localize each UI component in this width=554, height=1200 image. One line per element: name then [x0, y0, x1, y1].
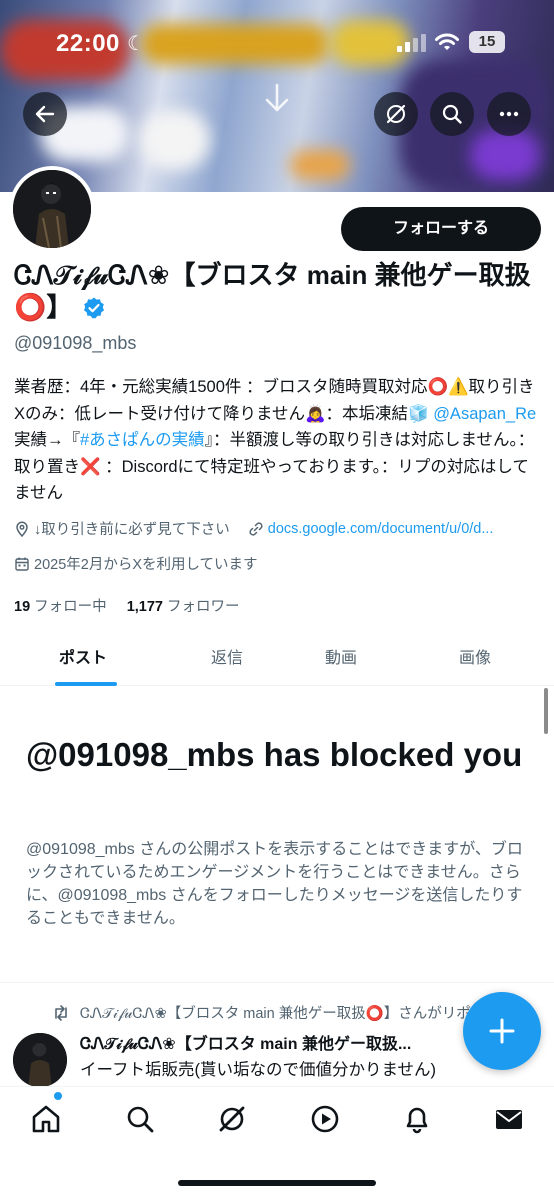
- arrow-left-icon: [35, 105, 55, 123]
- avatar-figure: [13, 170, 91, 248]
- link-icon: [249, 521, 263, 536]
- home-notification-dot: [54, 1092, 62, 1100]
- repost-icon: [55, 1005, 67, 1021]
- back-button[interactable]: [23, 92, 67, 136]
- banner-blob: [470, 130, 540, 180]
- status-time: 22:00: [56, 30, 120, 57]
- grok-button[interactable]: [374, 92, 418, 136]
- joined-text: 2025年2月からXを利用しています: [34, 557, 258, 573]
- cellular-signal-icon: [397, 34, 427, 52]
- bell-icon[interactable]: [401, 1103, 433, 1135]
- grok-icon: [386, 104, 406, 124]
- banner-blob: [290, 150, 350, 180]
- profile-bio: 業者歴：4年・元総実績1500件 ：ブロスタ随時買取対応⭕️⚠️取り引きXのみ：…: [14, 374, 542, 507]
- following-link[interactable]: 19 フォロー中: [14, 599, 107, 615]
- search-icon: [442, 104, 462, 124]
- bio-mention-link[interactable]: @Asapan_Re: [433, 405, 536, 423]
- active-tab-indicator: [55, 682, 117, 686]
- profile-meta-location-website: ↓取り引き前に必ず見て下さい docs.google.com/document/…: [14, 518, 493, 539]
- bio-text: 実績→『: [14, 431, 80, 449]
- home-indicator: [178, 1180, 376, 1186]
- blocked-title: @091098_mbs has blocked you: [26, 736, 523, 773]
- followers-link[interactable]: 1,177 フォロワー: [127, 599, 240, 615]
- bio-hashtag-link[interactable]: #あさぱんの実績: [80, 431, 205, 449]
- scrollbar[interactable]: [544, 688, 548, 734]
- tab-images[interactable]: 画像: [459, 644, 491, 668]
- post-author-name[interactable]: ᏣᏁ𝒯𝒾𝒻𝓊ᏣᏁ❀【ブロスタ main 兼他ゲー取扱...: [80, 1030, 452, 1054]
- home-icon[interactable]: [30, 1103, 62, 1135]
- followers-label: フォロワー: [167, 599, 240, 615]
- tab-replies[interactable]: 返信: [211, 644, 243, 668]
- following-count: 19: [14, 599, 31, 615]
- profile-tabs: ポスト 返信 動画 画像: [0, 626, 554, 686]
- divider: [0, 982, 554, 983]
- profile-stats: 19 フォロー中 1,177 フォロワー: [14, 595, 240, 616]
- play-icon[interactable]: [309, 1103, 341, 1135]
- wifi-icon: [435, 33, 459, 50]
- search-button[interactable]: [430, 92, 474, 136]
- compose-button[interactable]: [463, 992, 541, 1070]
- post-author-avatar[interactable]: [13, 1033, 67, 1087]
- verified-badge-icon[interactable]: [82, 296, 106, 320]
- plus-icon: [489, 1018, 515, 1044]
- mail-icon[interactable]: [493, 1103, 525, 1135]
- blocked-description: @091098_mbs さんの公開ポストを表示することはできますが、ブロックされ…: [26, 841, 523, 927]
- profile-handle: @091098_mbs: [14, 333, 137, 353]
- following-label: フォロー中: [34, 599, 107, 615]
- repost-label: ᏣᏁ𝒯𝒾𝒻𝓊ᏣᏁ❀【ブロスタ main 兼他ゲー取扱⭕️】さんがリポスト: [80, 1006, 500, 1022]
- followers-count: 1,177: [126, 599, 163, 615]
- profile-website-link[interactable]: docs.google.com/document/u/0/d...: [268, 521, 494, 537]
- tab-posts[interactable]: ポスト: [59, 644, 107, 668]
- avatar-figure: [13, 1033, 67, 1087]
- arrow-down-icon: [265, 83, 289, 112]
- profile-avatar[interactable]: [9, 166, 95, 252]
- profile-location: ↓取り引き前に必ず見て下さい: [34, 522, 230, 538]
- follow-button[interactable]: フォローする: [341, 207, 541, 251]
- profile-joined-date: 2025年2月からXを利用しています: [14, 553, 258, 574]
- post-text[interactable]: イーフト垢販売(貰い垢なので価値分かりません): [80, 1056, 436, 1080]
- location-icon: [16, 521, 28, 537]
- more-button[interactable]: [487, 92, 531, 136]
- battery-indicator: 15: [469, 31, 505, 53]
- focus-moon-icon: ☾: [127, 33, 145, 55]
- tab-videos[interactable]: 動画: [325, 644, 357, 668]
- search-icon[interactable]: [124, 1103, 156, 1135]
- calendar-icon: [15, 557, 29, 571]
- banner-blob: [140, 110, 210, 170]
- profile-display-name: ᏣᏁ𝒯𝒾𝒻𝓊ᏣᏁ❀【ブロスタ main 兼他ゲー取扱⭕️】: [14, 259, 544, 323]
- more-icon: [499, 111, 519, 117]
- grok-icon[interactable]: [216, 1103, 248, 1135]
- status-bar: 22:00 ☾ 15: [0, 0, 554, 86]
